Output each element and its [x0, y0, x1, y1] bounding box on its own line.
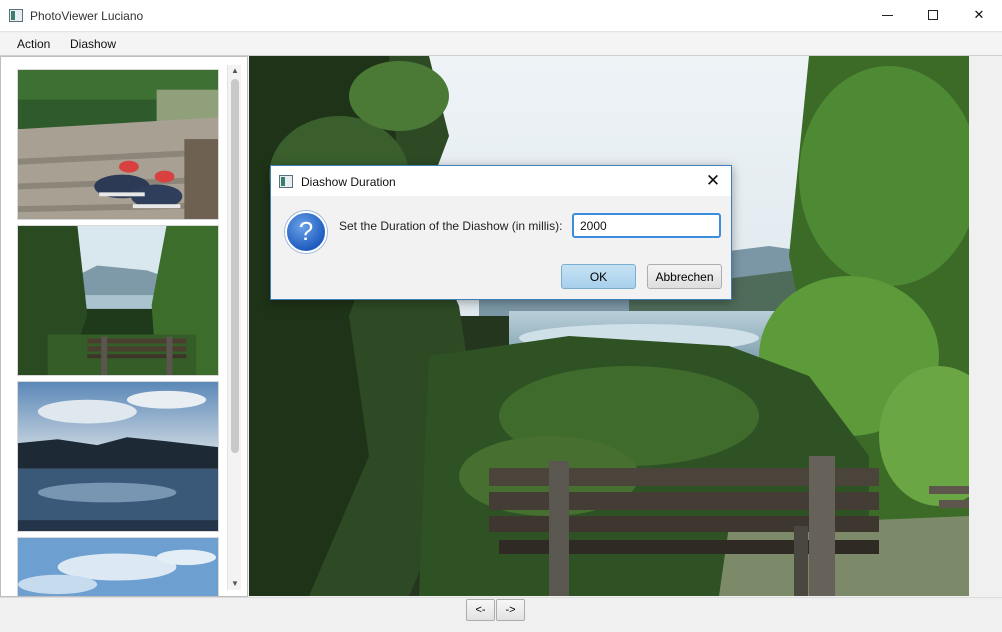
diashow-duration-dialog: Diashow Duration ✕ ? Set the Duration of… [270, 165, 732, 300]
menu-bar: Action Diashow [0, 33, 1002, 56]
thumbnail-sidebar: ▲ ▼ [0, 56, 248, 597]
minimize-icon [881, 14, 893, 16]
menu-diashow[interactable]: Diashow [70, 37, 116, 51]
window-close-button[interactable]: ✕ [956, 0, 1002, 30]
scroll-up-icon[interactable]: ▲ [228, 65, 242, 77]
main-photo [249, 56, 969, 596]
photo-sky-clouds [18, 538, 218, 596]
dialog-message: Set the Duration of the Diashow (in mill… [339, 219, 563, 233]
dialog-titlebar: Diashow Duration ✕ [271, 166, 731, 196]
ok-button[interactable]: OK [561, 264, 636, 289]
photo-shoes-on-boardwalk [18, 70, 218, 219]
photo-viewer [249, 56, 969, 596]
thumbnail-sky[interactable] [17, 537, 219, 596]
app-icon [9, 9, 23, 22]
maximize-icon [928, 10, 938, 20]
dialog-close-button[interactable]: ✕ [701, 170, 725, 192]
minimize-button[interactable] [864, 0, 910, 30]
dialog-title: Diashow Duration [301, 175, 396, 189]
thumbnail-lake-dusk[interactable] [17, 381, 219, 532]
photo-bench-lake-view [18, 226, 218, 375]
duration-input[interactable] [572, 213, 721, 238]
navigation-bar: <- -> [0, 597, 1002, 632]
sidebar-scrollbar[interactable]: ▲ ▼ [227, 65, 241, 590]
window-title: PhotoViewer Luciano [30, 9, 144, 23]
cancel-button[interactable]: Abbrechen [647, 264, 722, 289]
thumbnail-bench-lake[interactable] [17, 225, 219, 376]
maximize-button[interactable] [910, 0, 956, 30]
menu-action[interactable]: Action [17, 37, 50, 51]
next-button[interactable]: -> [496, 599, 525, 621]
photo-lake-mountains-dusk [18, 382, 218, 531]
scroll-thumb[interactable] [231, 79, 239, 453]
window-titlebar: PhotoViewer Luciano ✕ [0, 0, 1002, 32]
dialog-app-icon [279, 175, 293, 188]
thumbnail-shoes[interactable] [17, 69, 219, 220]
scroll-down-icon[interactable]: ▼ [228, 578, 242, 590]
question-icon: ? [285, 211, 327, 253]
previous-button[interactable]: <- [466, 599, 495, 621]
